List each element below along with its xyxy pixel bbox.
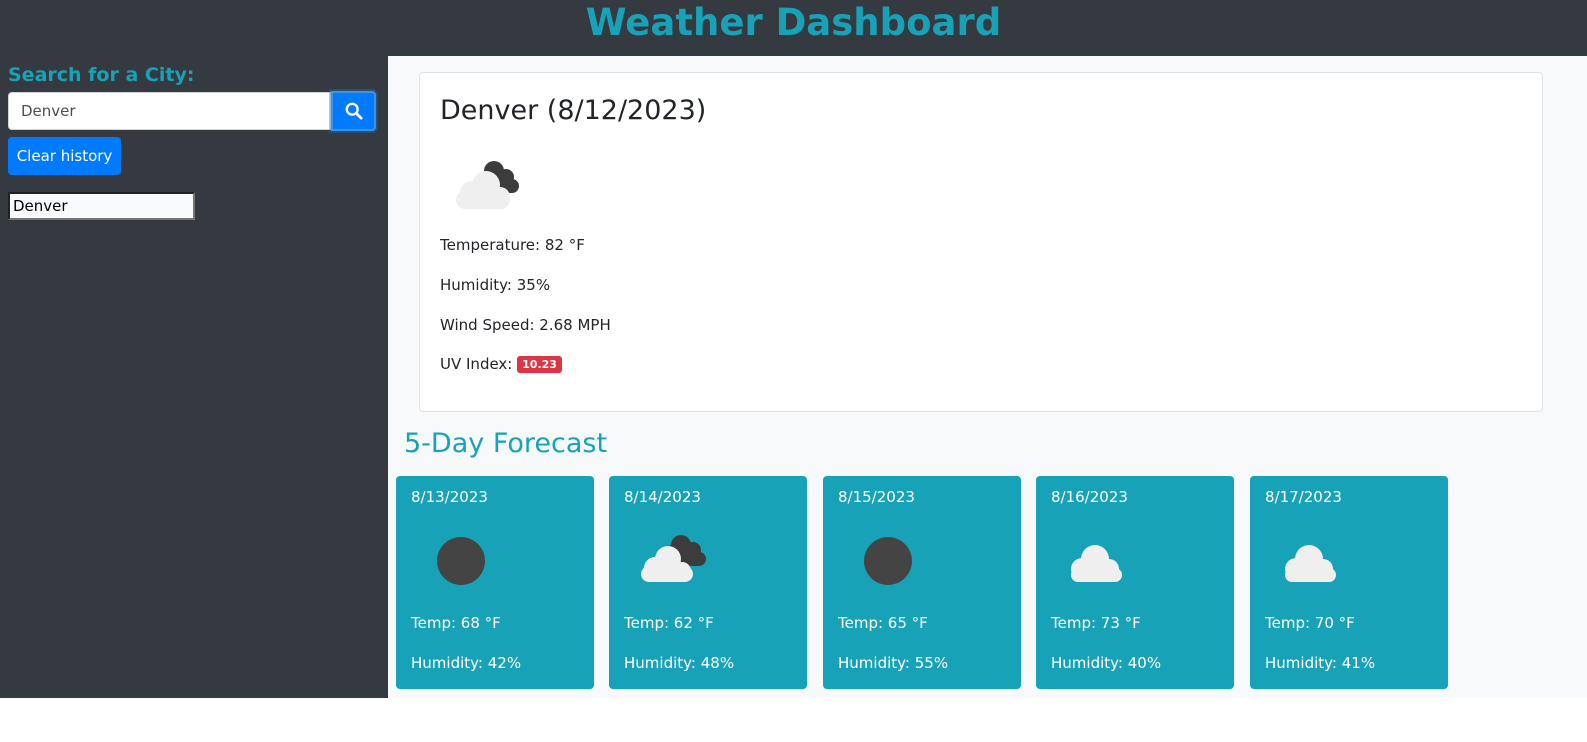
city-search-input[interactable] [8,92,331,130]
clouds-icon [641,535,706,582]
forecast-temp: Temp: 68 °F [411,614,501,632]
forecast-date: 8/16/2023 [1051,488,1128,506]
history-item-denver[interactable]: Denver [8,192,195,220]
forecast-card: 8/16/2023 Temp: 73 °F Humidity: 40% [1036,476,1234,689]
forecast-title: 5-Day Forecast [404,428,608,459]
forecast-humidity: Humidity: 40% [1051,654,1162,672]
forecast-date: 8/14/2023 [624,488,701,506]
clouds-icon [456,161,519,209]
uv-label: UV Index: [440,355,513,373]
page-title: Weather Dashboard [585,1,1002,44]
clear-history-button[interactable]: Clear history [8,137,121,175]
current-weather-card: Denver (8/12/2023) Temperature: 82 °F Hu… [419,72,1543,412]
forecast-date: 8/17/2023 [1265,488,1342,506]
forecast-temp: Temp: 62 °F [624,614,714,632]
app-header: Weather Dashboard [0,0,1587,56]
current-uv-row: UV Index: 10.23 [440,355,562,373]
search-label: Search for a City: [8,64,195,86]
forecast-date: 8/13/2023 [411,488,488,506]
forecast-temp: Temp: 73 °F [1051,614,1141,632]
clear-sky-icon [864,537,912,585]
search-button[interactable] [331,91,376,131]
forecast-temp: Temp: 65 °F [838,614,928,632]
sidebar: Search for a City: Clear history Denver [0,56,388,698]
forecast-card: 8/14/2023 Temp: 62 °F Humidity: 48% [609,476,807,689]
forecast-humidity: Humidity: 55% [838,654,949,672]
forecast-humidity: Humidity: 41% [1265,654,1376,672]
forecast-card: 8/15/2023 Temp: 65 °F Humidity: 55% [823,476,1021,689]
current-humidity: Humidity: 35% [440,276,551,294]
forecast-temp: Temp: 70 °F [1265,614,1355,632]
clear-sky-icon [437,537,485,585]
cloud-icon [1285,545,1336,582]
uv-index-badge: 10.23 [517,356,562,373]
forecast-humidity: Humidity: 42% [411,654,522,672]
main-content: Denver (8/12/2023) Temperature: 82 °F Hu… [388,56,1587,698]
cloud-icon [1071,545,1122,582]
current-temperature: Temperature: 82 °F [440,236,585,254]
forecast-card: 8/13/2023 Temp: 68 °F Humidity: 42% [396,476,594,689]
current-city-title: Denver (8/12/2023) [440,95,707,126]
current-wind-speed: Wind Speed: 2.68 MPH [440,316,611,334]
forecast-humidity: Humidity: 48% [624,654,735,672]
forecast-card: 8/17/2023 Temp: 70 °F Humidity: 41% [1250,476,1448,689]
forecast-date: 8/15/2023 [838,488,915,506]
search-icon [345,102,363,120]
